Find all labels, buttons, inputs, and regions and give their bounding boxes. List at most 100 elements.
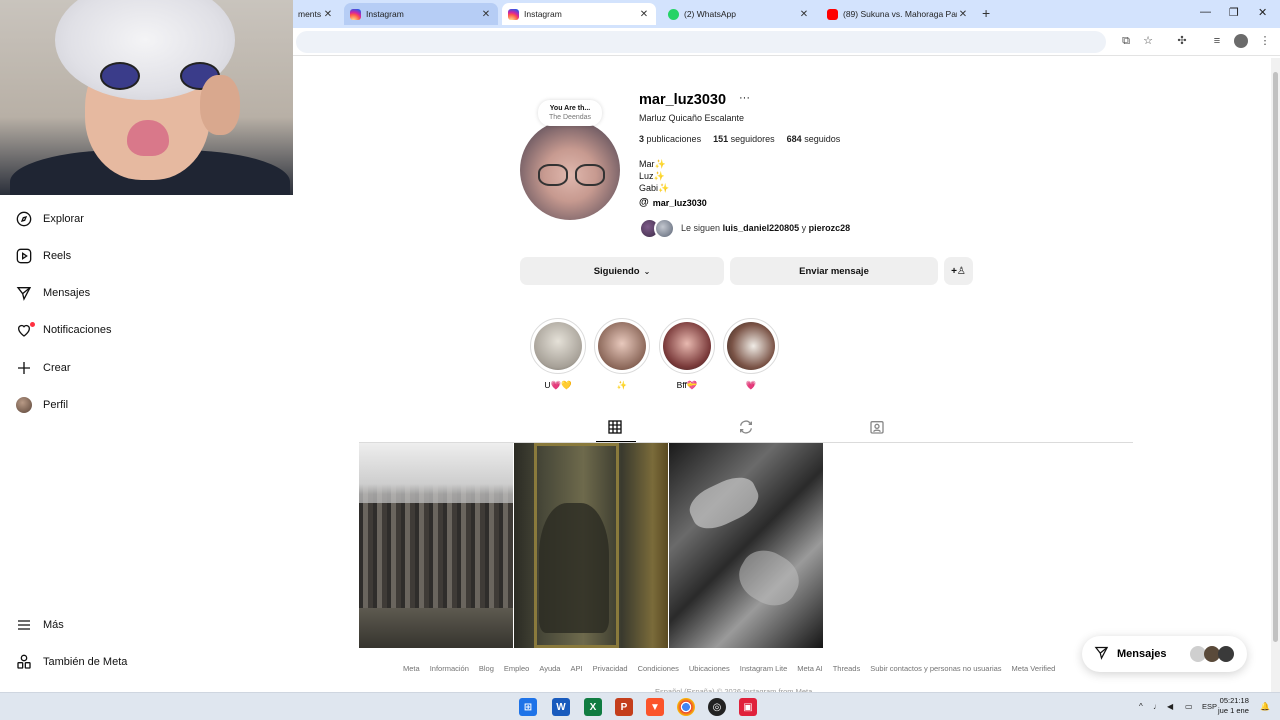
following-stat[interactable]: 684 seguidos: [787, 134, 841, 144]
footer-link[interactable]: Subir contactos y personas no usuarias: [870, 664, 1001, 673]
footer-link[interactable]: Ayuda: [539, 664, 560, 673]
tab-youtube[interactable]: (89) Sukuna vs. Mahoraga Part ✕: [821, 3, 975, 25]
input-language[interactable]: ESP: [1202, 702, 1217, 711]
footer-link[interactable]: Meta: [403, 664, 420, 673]
microphone-icon[interactable]: ♩: [1153, 702, 1161, 711]
instagram-icon: [350, 8, 361, 20]
followers-stat[interactable]: 151 seguidores: [713, 134, 775, 144]
tray-chevron-up-icon[interactable]: ^: [1139, 702, 1143, 711]
suggest-user-button[interactable]: +♙: [944, 257, 973, 285]
notification-dot: [30, 322, 35, 327]
sidebar-item-mas[interactable]: Más: [16, 614, 64, 636]
windows-start-icon[interactable]: ⊞: [519, 698, 537, 716]
windows-taskbar: ⊞ W X P ▼ ◎ ▣ ^ ♩ ◀ ▭ ESP 05:21:18 jue 1…: [0, 692, 1280, 720]
profile-full-name: Marluz Quicaño Escalante: [639, 113, 745, 123]
tab-posts[interactable]: [607, 419, 625, 437]
sidebar-item-notificaciones[interactable]: Notificaciones: [16, 319, 111, 341]
sidebar-item-mensajes[interactable]: Mensajes: [16, 282, 90, 304]
threads-link[interactable]: @ mar_luz3030: [639, 197, 707, 208]
sidebar-item-tambien-de-meta[interactable]: También de Meta: [16, 651, 127, 673]
footer-link[interactable]: Meta AI: [797, 664, 822, 673]
word-icon[interactable]: W: [552, 698, 570, 716]
address-bar[interactable]: [296, 31, 1106, 53]
highlight-item[interactable]: Bff💝: [659, 318, 715, 391]
scrollbar-thumb[interactable]: [1273, 72, 1278, 642]
footer-link[interactable]: Información: [430, 664, 469, 673]
tab-instagram-2[interactable]: Instagram ✕: [502, 3, 656, 25]
app-icon[interactable]: ▣: [739, 698, 757, 716]
tab-tagged[interactable]: [869, 419, 887, 437]
tab-instagram-1[interactable]: Instagram ✕: [344, 3, 498, 25]
post-thumbnail[interactable]: [669, 443, 823, 648]
excel-icon[interactable]: X: [584, 698, 602, 716]
youtube-icon: [827, 8, 838, 20]
messages-floating-button[interactable]: Mensajes: [1082, 636, 1247, 672]
meta-apps-icon: [16, 654, 32, 670]
more-options-icon[interactable]: ···: [739, 92, 750, 104]
install-app-icon[interactable]: ⧉: [1119, 34, 1133, 48]
profile-stats: 3 publicaciones 151 seguidores 684 segui…: [639, 134, 840, 144]
footer-link[interactable]: Threads: [833, 664, 861, 673]
profile-bio: Mar✨ Luz✨ Gabi✨: [639, 159, 670, 193]
sidebar-item-explorar[interactable]: Explorar: [16, 208, 84, 230]
profile-username: mar_luz3030: [639, 92, 727, 108]
close-tab-icon[interactable]: ✕: [798, 9, 810, 20]
close-tab-icon[interactable]: ✕: [322, 9, 334, 20]
chrome-icon[interactable]: [677, 698, 695, 716]
close-tab-icon[interactable]: ✕: [957, 9, 969, 20]
post-thumbnail[interactable]: [514, 443, 668, 648]
plus-icon: [16, 360, 32, 376]
send-icon: [16, 285, 32, 301]
sidebar-item-perfil[interactable]: Perfil: [16, 394, 68, 416]
profile-avatar-icon[interactable]: [1234, 34, 1248, 48]
brave-icon[interactable]: ▼: [646, 698, 664, 716]
kebab-menu-icon[interactable]: ⋮: [1258, 34, 1272, 48]
restore-icon[interactable]: ❐: [1229, 6, 1239, 19]
obs-icon[interactable]: ◎: [708, 698, 726, 716]
close-tab-icon[interactable]: ✕: [638, 9, 650, 20]
sidebar-item-reels[interactable]: Reels: [16, 245, 71, 267]
tab-comments[interactable]: ments ✕: [292, 3, 340, 25]
highlight-item[interactable]: 💗: [723, 318, 779, 391]
footer-link[interactable]: Instagram Lite: [740, 664, 788, 673]
footer-link[interactable]: API: [570, 664, 582, 673]
follower-avatar: [654, 217, 675, 239]
notification-bell-icon[interactable]: 🔔: [1260, 702, 1270, 711]
footer-link[interactable]: Blog: [479, 664, 494, 673]
chevron-down-icon: ⌄: [643, 266, 651, 276]
minimize-icon[interactable]: —: [1200, 6, 1211, 18]
close-window-icon[interactable]: ✕: [1258, 6, 1267, 19]
active-tab-indicator: [596, 441, 636, 442]
footer-link[interactable]: Condiciones: [638, 664, 679, 673]
extensions-icon[interactable]: ✣: [1175, 34, 1189, 48]
powerpoint-icon[interactable]: P: [615, 698, 633, 716]
system-clock[interactable]: 05:21:18 jue 1 ene: [1218, 696, 1249, 716]
following-button[interactable]: Siguiendo ⌄: [520, 257, 724, 285]
post-thumbnail[interactable]: [359, 443, 513, 648]
bookmark-star-icon[interactable]: ☆: [1141, 34, 1155, 48]
reading-list-icon[interactable]: ≡: [1210, 34, 1224, 48]
tab-whatsapp[interactable]: (2) WhatsApp ✕: [662, 3, 816, 25]
send-message-button[interactable]: Enviar mensaje: [730, 257, 938, 285]
footer-link[interactable]: Privacidad: [593, 664, 628, 673]
speaker-icon[interactable]: ◀: [1167, 702, 1173, 711]
footer-links: Meta Información Blog Empleo Ayuda API P…: [403, 664, 1055, 673]
avatar: [1218, 646, 1234, 662]
highlight-item[interactable]: ✨: [594, 318, 650, 391]
highlight-item[interactable]: U💗💛: [530, 318, 586, 391]
footer-link[interactable]: Empleo: [504, 664, 529, 673]
close-tab-icon[interactable]: ✕: [480, 9, 492, 20]
profile-note[interactable]: You Are th... The Deendas: [538, 100, 602, 126]
footer-link[interactable]: Meta Verified: [1012, 664, 1056, 673]
profile-avatar[interactable]: [520, 120, 620, 220]
menu-icon: [16, 617, 32, 633]
new-tab-button[interactable]: +: [982, 5, 990, 21]
sidebar-item-crear[interactable]: Crear: [16, 357, 71, 379]
avatar: [16, 397, 32, 413]
add-person-icon: +♙: [951, 265, 966, 277]
tab-reposts[interactable]: [738, 419, 756, 437]
reels-icon: [16, 248, 32, 264]
footer-link[interactable]: Ubicaciones: [689, 664, 730, 673]
network-icon[interactable]: ▭: [1185, 702, 1193, 711]
followed-by[interactable]: Le siguen luis_daniel220805 y pierozc28: [639, 217, 850, 239]
